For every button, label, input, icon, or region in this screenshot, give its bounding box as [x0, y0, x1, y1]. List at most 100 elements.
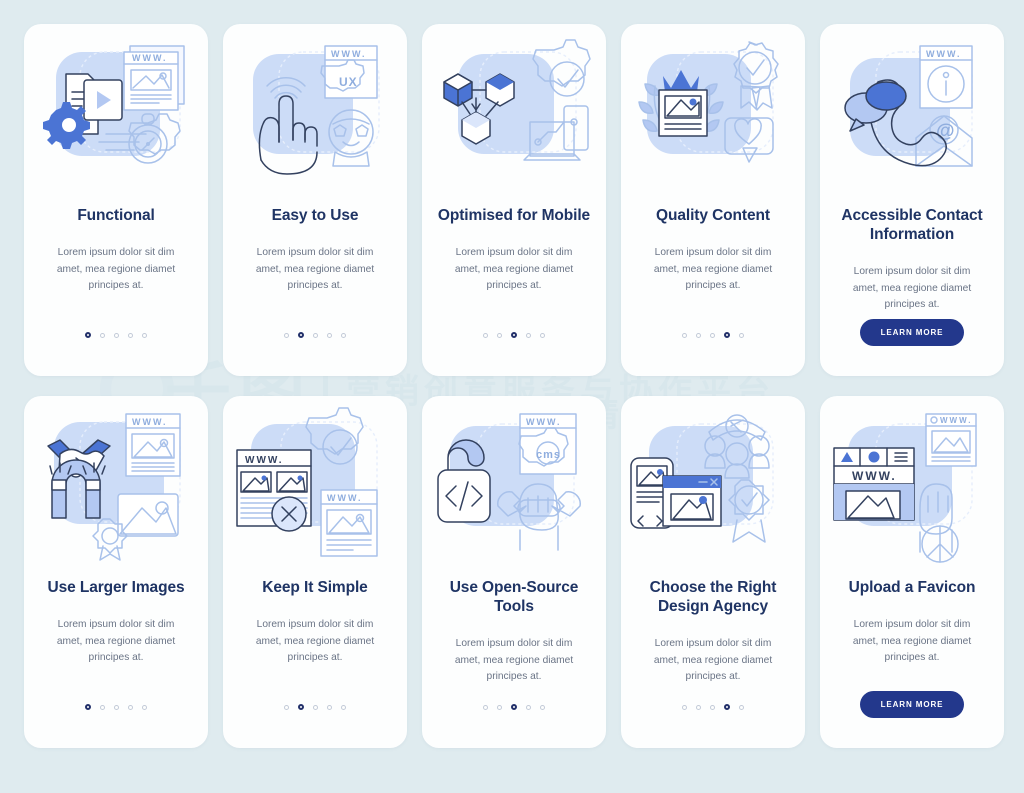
- onboarding-card-accessible-contact-information[interactable]: WWW. @ Accessible Contact Information Lo…: [820, 24, 1004, 376]
- pagination-dot[interactable]: [511, 704, 517, 710]
- pagination-dot[interactable]: [724, 332, 730, 338]
- pagination-dots[interactable]: [682, 704, 744, 710]
- svg-text:UX: UX: [339, 75, 358, 89]
- pagination-dot[interactable]: [128, 332, 133, 338]
- illustration-use-open-source-tools: WWW. cms: [422, 396, 606, 574]
- pagination-dot[interactable]: [298, 704, 304, 710]
- learn-more-button[interactable]: LEARN MORE: [859, 691, 965, 718]
- pagination-dot[interactable]: [696, 704, 701, 710]
- card-title: Accessible Contact Information: [841, 207, 983, 244]
- pagination-dot[interactable]: [483, 704, 488, 710]
- card-body: Lorem ipsum dolor sit dim amet, mea regi…: [255, 247, 375, 292]
- pagination-dot[interactable]: [100, 704, 105, 710]
- svg-text:WWW.: WWW.: [526, 417, 562, 427]
- pagination-dot[interactable]: [696, 332, 701, 338]
- pagination-dot[interactable]: [327, 704, 332, 710]
- pagination-dot[interactable]: [526, 704, 531, 710]
- card-body: Lorem ipsum dolor sit dim amet, mea regi…: [852, 266, 972, 311]
- card-body: Lorem ipsum dolor sit dim amet, mea regi…: [852, 619, 972, 664]
- pagination-dot[interactable]: [710, 704, 715, 710]
- illustration-upload-a-favicon: WWW. WWW.: [820, 396, 1004, 574]
- illustration-use-larger-images: WWW.: [24, 396, 208, 574]
- card-body: Lorem ipsum dolor sit dim amet, mea regi…: [454, 638, 574, 683]
- illustration-optimised-for-mobile: [422, 24, 606, 202]
- pagination-dot[interactable]: [142, 332, 147, 338]
- card-title: Functional: [77, 207, 155, 224]
- pagination-dot[interactable]: [497, 704, 502, 710]
- pagination-dot[interactable]: [313, 704, 318, 710]
- learn-more-button[interactable]: LEARN MORE: [859, 319, 965, 346]
- pagination-dot[interactable]: [739, 704, 744, 710]
- illustration-accessible-contact-information: WWW. @: [820, 24, 1004, 202]
- pagination-dots[interactable]: [483, 704, 545, 710]
- card-title: Choose the Right Design Agency: [649, 579, 777, 616]
- onboarding-card-upload-a-favicon[interactable]: WWW. WWW. Upload a Favicon Lorem ipsum d…: [820, 396, 1004, 748]
- pagination-dot[interactable]: [327, 332, 332, 338]
- svg-text:WWW.: WWW.: [327, 493, 363, 503]
- card-title: Quality Content: [656, 207, 770, 224]
- pagination-dot[interactable]: [540, 332, 545, 338]
- svg-text:WWW.: WWW.: [940, 416, 972, 425]
- svg-text:WWW.: WWW.: [245, 455, 284, 466]
- onboarding-card-quality-content[interactable]: Quality Content Lorem ipsum dolor sit di…: [621, 24, 805, 376]
- onboarding-screens-grid: WWW. Functional Lorem ipsum dolor sit di…: [24, 24, 1004, 748]
- onboarding-card-easy-to-use[interactable]: WWW. UX Easy to Use Lorem ipsum dolor si…: [223, 24, 407, 376]
- pagination-dots[interactable]: [682, 332, 744, 338]
- svg-text:@: @: [936, 121, 955, 142]
- onboarding-card-use-larger-images[interactable]: WWW. Use Larger Images Lorem ipsum dolor…: [24, 396, 208, 748]
- pagination-dot[interactable]: [483, 332, 488, 338]
- pagination-dot[interactable]: [85, 332, 91, 338]
- pagination-dot[interactable]: [341, 332, 346, 338]
- pagination-dot[interactable]: [313, 332, 318, 338]
- poster-canvas: 千图 营销创意服务与协作平台 商用请获取授权 WWW.: [0, 0, 1024, 793]
- pagination-dot[interactable]: [710, 332, 715, 338]
- pagination-dots[interactable]: [483, 332, 545, 338]
- pagination-dots[interactable]: [85, 704, 147, 710]
- pagination-dot[interactable]: [128, 704, 133, 710]
- illustration-keep-it-simple: WWW. WWW.: [223, 396, 407, 574]
- illustration-quality-content: [621, 24, 805, 202]
- pagination-dot[interactable]: [100, 332, 105, 338]
- pagination-dot[interactable]: [724, 704, 730, 710]
- illustration-choose-the-right-design-agency: [621, 396, 805, 574]
- card-body: Lorem ipsum dolor sit dim amet, mea regi…: [653, 247, 773, 292]
- svg-text:WWW.: WWW.: [331, 49, 367, 59]
- card-body: Lorem ipsum dolor sit dim amet, mea regi…: [255, 619, 375, 664]
- pagination-dot[interactable]: [497, 332, 502, 338]
- card-body: Lorem ipsum dolor sit dim amet, mea regi…: [56, 247, 176, 292]
- card-title: Use Larger Images: [47, 579, 185, 596]
- onboarding-card-keep-it-simple[interactable]: WWW. WWW. Keep It Simple Lorem ipsum dol…: [223, 396, 407, 748]
- card-title: Optimised for Mobile: [437, 207, 591, 224]
- pagination-dot[interactable]: [114, 704, 119, 710]
- card-title: Easy to Use: [271, 207, 359, 224]
- onboarding-card-choose-the-right-design-agency[interactable]: Choose the Right Design Agency Lorem ips…: [621, 396, 805, 748]
- svg-text:WWW.: WWW.: [926, 49, 962, 59]
- card-body: Lorem ipsum dolor sit dim amet, mea regi…: [454, 247, 574, 292]
- onboarding-card-functional[interactable]: WWW. Functional Lorem ipsum dolor sit di…: [24, 24, 208, 376]
- pagination-dot[interactable]: [341, 704, 346, 710]
- pagination-dot[interactable]: [682, 332, 687, 338]
- pagination-dot[interactable]: [540, 704, 545, 710]
- svg-text:cms: cms: [536, 449, 561, 461]
- card-title: Keep It Simple: [262, 579, 368, 596]
- pagination-dot[interactable]: [114, 332, 119, 338]
- pagination-dot[interactable]: [739, 332, 744, 338]
- card-title: Use Open-Source Tools: [449, 579, 579, 616]
- pagination-dot[interactable]: [526, 332, 531, 338]
- pagination-dot[interactable]: [682, 704, 687, 710]
- pagination-dot[interactable]: [298, 332, 304, 338]
- pagination-dot[interactable]: [284, 704, 289, 710]
- pagination-dots[interactable]: [284, 332, 346, 338]
- pagination-dot[interactable]: [511, 332, 517, 338]
- onboarding-card-optimised-for-mobile[interactable]: Optimised for Mobile Lorem ipsum dolor s…: [422, 24, 606, 376]
- pagination-dot[interactable]: [142, 704, 147, 710]
- card-body: Lorem ipsum dolor sit dim amet, mea regi…: [56, 619, 176, 664]
- pagination-dot[interactable]: [85, 704, 91, 710]
- card-body: Lorem ipsum dolor sit dim amet, mea regi…: [653, 638, 773, 683]
- pagination-dots[interactable]: [85, 332, 147, 338]
- pagination-dots[interactable]: [284, 704, 346, 710]
- svg-text:WWW.: WWW.: [132, 53, 168, 63]
- pagination-dot[interactable]: [284, 332, 289, 338]
- svg-text:WWW.: WWW.: [852, 469, 897, 483]
- onboarding-card-use-open-source-tools[interactable]: WWW. cms Use Open-Source Tools Lorem ips…: [422, 396, 606, 748]
